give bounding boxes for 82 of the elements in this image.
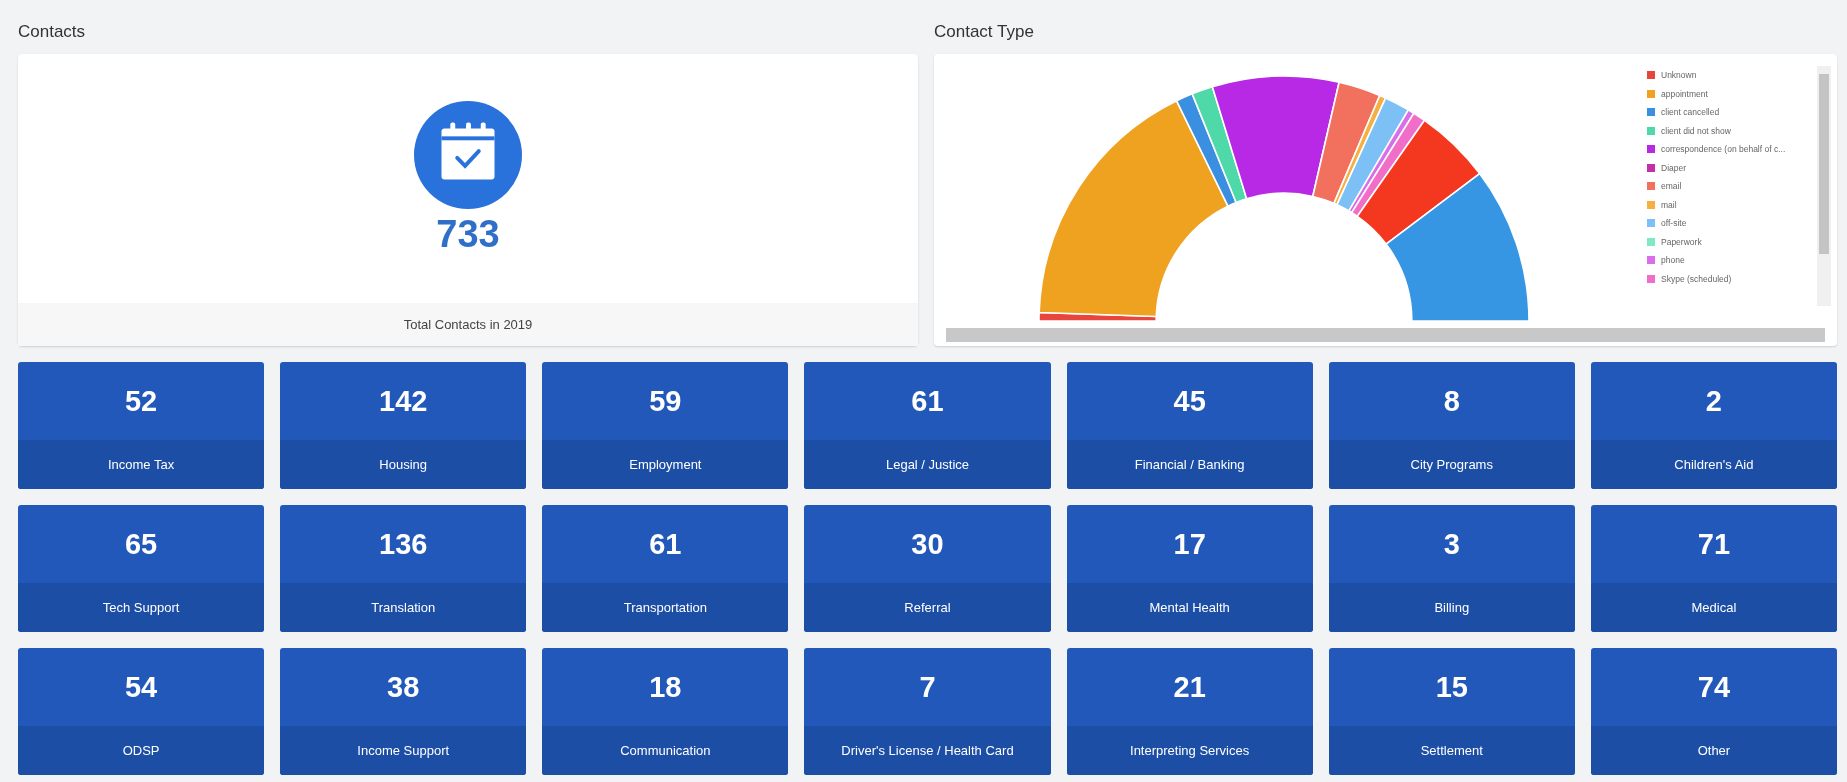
category-tile[interactable]: 2 Children's Aid xyxy=(1590,362,1837,489)
tile-label: Medical xyxy=(1590,583,1837,632)
legend-label: correspondence (on behalf of c... xyxy=(1661,144,1786,155)
tile-count: 15 xyxy=(1434,669,1469,705)
tile-label: Driver's License / Health Card xyxy=(804,726,1051,775)
tile-count: 52 xyxy=(123,383,159,419)
tile-count: 61 xyxy=(648,526,683,562)
tile-count: 21 xyxy=(1172,669,1207,705)
legend-label: Unknown xyxy=(1661,70,1697,81)
tile-count: 54 xyxy=(123,669,159,705)
tile-count: 3 xyxy=(1442,526,1461,562)
tile-label: Transportation xyxy=(542,583,789,632)
tile-label: Income Support xyxy=(280,726,527,775)
category-tile[interactable]: 21 Interpreting Services xyxy=(1066,648,1313,775)
tile-label: Legal / Justice xyxy=(804,440,1051,489)
tile-label: Communication xyxy=(542,726,789,775)
legend-label: Diaper xyxy=(1661,162,1687,173)
category-tile[interactable]: 3 Billing xyxy=(1328,505,1575,632)
category-tile[interactable]: 61 Transportation xyxy=(542,505,789,632)
vertical-scrollbar[interactable] xyxy=(1817,66,1831,306)
tile-label: Housing xyxy=(280,440,527,489)
tile-label: Employment xyxy=(542,440,789,489)
tile-label: Translation xyxy=(280,583,527,632)
category-tile[interactable]: 142 Housing xyxy=(280,362,527,489)
tile-count: 74 xyxy=(1696,669,1732,705)
legend-label: client cancelled xyxy=(1661,107,1720,118)
legend-label: appointment xyxy=(1661,88,1708,99)
category-tile[interactable]: 74 Other xyxy=(1590,648,1837,775)
tile-count: 18 xyxy=(648,669,683,705)
tile-label: Mental Health xyxy=(1066,583,1313,632)
tile-count: 17 xyxy=(1172,526,1207,562)
category-tile[interactable]: 52 Income Tax xyxy=(18,362,265,489)
legend-label: off-site xyxy=(1661,218,1687,229)
tile-label: Interpreting Services xyxy=(1066,726,1313,775)
tile-label: Settlement xyxy=(1328,726,1575,775)
category-tile[interactable]: 54 ODSP xyxy=(18,648,265,775)
category-tile[interactable]: 136 Translation xyxy=(280,505,527,632)
tile-count: 59 xyxy=(648,383,683,419)
category-tile[interactable]: 61 Legal / Justice xyxy=(804,362,1051,489)
calendar-check-icon xyxy=(414,101,522,209)
category-tile[interactable]: 8 City Programs xyxy=(1328,362,1575,489)
legend-label: mail xyxy=(1661,199,1677,210)
card-caption: Total Contacts in 2019 xyxy=(18,303,918,346)
category-tile[interactable]: 59 Employment xyxy=(542,362,789,489)
section-title: Contacts xyxy=(18,22,87,42)
category-tile[interactable]: 45 Financial / Banking xyxy=(1066,362,1313,489)
category-tile[interactable]: 7 Driver's License / Health Card xyxy=(804,648,1051,775)
tile-count: 65 xyxy=(123,526,159,562)
tile-label: Financial / Banking xyxy=(1066,440,1313,489)
tile-count: 142 xyxy=(378,383,429,419)
tile-label: Billing xyxy=(1328,583,1575,632)
tile-label: Other xyxy=(1590,726,1837,775)
legend-label: phone xyxy=(1661,255,1685,266)
category-tile[interactable]: 15 Settlement xyxy=(1328,648,1575,775)
tile-label: City Programs xyxy=(1328,440,1575,489)
category-tile[interactable]: 65 Tech Support xyxy=(18,505,265,632)
tile-count: 38 xyxy=(386,669,421,705)
tile-count: 61 xyxy=(910,383,945,419)
tile-label: Referral xyxy=(804,583,1051,632)
tile-count: 7 xyxy=(918,669,937,705)
tile-label: ODSP xyxy=(18,726,265,775)
total-count: 733 xyxy=(436,213,500,256)
legend-label: Paperwork xyxy=(1661,236,1702,247)
tile-label: Income Tax xyxy=(18,440,265,489)
category-tile[interactable]: 38 Income Support xyxy=(280,648,527,775)
tile-count: 71 xyxy=(1696,526,1732,562)
category-tile[interactable]: 17 Mental Health xyxy=(1066,505,1313,632)
tile-label: Children's Aid xyxy=(1590,440,1837,489)
tile-count: 2 xyxy=(1704,383,1723,419)
legend-label: Skype (scheduled) xyxy=(1661,273,1732,284)
section-title: Contact Type xyxy=(934,22,1035,42)
tile-count: 30 xyxy=(910,526,945,562)
category-tile[interactable]: 71 Medical xyxy=(1590,505,1837,632)
category-tile[interactable]: 18 Communication xyxy=(542,648,789,775)
legend-label: client did not show xyxy=(1661,125,1731,136)
tile-count: 8 xyxy=(1442,383,1461,419)
category-tile[interactable]: 30 Referral xyxy=(804,505,1051,632)
tile-count: 136 xyxy=(378,526,429,562)
tile-label: Tech Support xyxy=(18,583,265,632)
horizontal-scrollbar[interactable] xyxy=(946,328,1825,342)
legend-label: email xyxy=(1661,181,1682,192)
tile-count: 45 xyxy=(1172,383,1207,419)
